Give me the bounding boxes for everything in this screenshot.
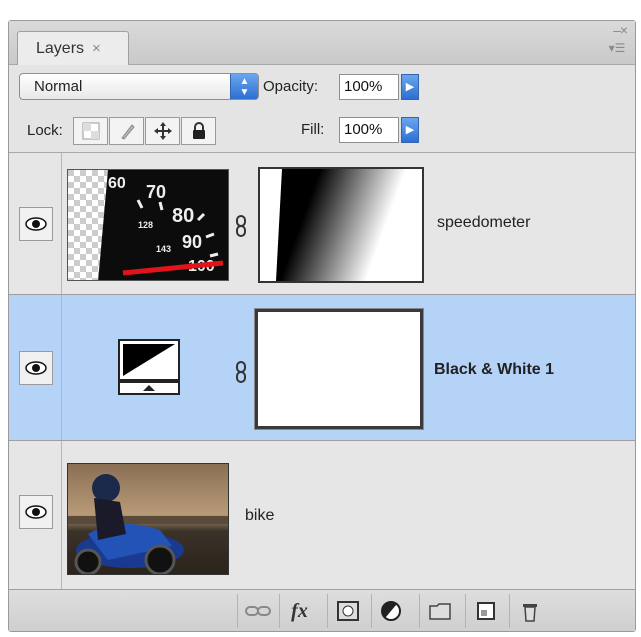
layer-row-black-white-1[interactable]: Black & White 1 xyxy=(9,295,635,441)
fill-slider-arrow-icon[interactable]: ▶ xyxy=(401,117,419,143)
new-layer-icon[interactable] xyxy=(465,594,505,628)
eye-column-divider xyxy=(61,153,62,294)
chain-link-icon[interactable] xyxy=(235,215,247,242)
lock-transparent-icon[interactable] xyxy=(73,117,108,145)
fill-field[interactable]: 100% xyxy=(339,117,399,143)
tab-close-icon[interactable]: × xyxy=(92,40,101,57)
lock-row: Lock: Fill: 100% ▶ xyxy=(9,107,635,153)
visibility-eye-icon[interactable] xyxy=(19,351,53,385)
window-controls: – × ▾☰ xyxy=(605,23,629,63)
close-panel-icon[interactable]: × xyxy=(619,23,629,37)
layer-name: bike xyxy=(245,507,275,524)
blend-mode-value: Normal xyxy=(34,78,83,95)
layers-panel: Layers × – × ▾☰ Normal ▲ ▼ Opacity: 100% … xyxy=(8,20,636,632)
eye-column-divider xyxy=(61,441,62,589)
visibility-eye-icon[interactable] xyxy=(19,495,53,529)
chain-link-icon[interactable] xyxy=(235,361,247,388)
folder-icon[interactable] xyxy=(419,594,459,628)
speedo-tick-128: 128 xyxy=(138,220,153,230)
lock-position-move-icon[interactable] xyxy=(145,117,180,145)
lock-all-icon[interactable] xyxy=(181,117,216,145)
tab-label: Layers xyxy=(36,39,85,57)
fx-icon[interactable]: fx xyxy=(279,594,319,628)
opacity-slider-arrow-icon[interactable]: ▶ xyxy=(401,74,419,100)
panel-menu-icon[interactable]: ▾☰ xyxy=(605,41,629,55)
layer-mask-thumbnail-gradient[interactable] xyxy=(258,167,424,283)
speedo-tick-143: 143 xyxy=(156,244,171,254)
link-layers-icon[interactable] xyxy=(237,594,277,628)
blend-row: Normal ▲ ▼ Opacity: 100% ▶ xyxy=(9,65,635,107)
lock-buttons xyxy=(73,117,217,145)
visibility-eye-icon[interactable] xyxy=(19,207,53,241)
opacity-field[interactable]: 100% xyxy=(339,74,399,100)
add-mask-icon[interactable] xyxy=(327,594,367,628)
trash-icon[interactable] xyxy=(509,594,549,628)
lock-label: Lock: xyxy=(27,122,63,139)
layer-thumbnail-speedometer[interactable]: 60 70 80 90 100 128 143 xyxy=(67,169,229,281)
panel-tabbar: Layers × – × ▾☰ xyxy=(9,21,635,65)
layers-bottom-toolbar: fx xyxy=(9,589,635,631)
layer-row-speedometer[interactable]: 60 70 80 90 100 128 143 xyxy=(9,153,635,295)
adjustment-layer-icon[interactable] xyxy=(371,594,411,628)
speedo-tick-70: 70 xyxy=(146,182,166,202)
layer-thumbnail-bike[interactable] xyxy=(67,463,229,575)
layer-row-bike[interactable]: bike xyxy=(9,441,635,589)
blend-mode-select[interactable]: Normal ▲ ▼ xyxy=(19,73,259,100)
layer-mask-thumbnail-white[interactable] xyxy=(254,308,424,430)
lock-image-brush-icon[interactable] xyxy=(109,117,144,145)
tab-layers[interactable]: Layers × xyxy=(17,31,129,65)
speedo-tick-80: 80 xyxy=(172,205,194,227)
adjustment-layer-icon[interactable] xyxy=(117,339,181,397)
opacity-label: Opacity: xyxy=(263,78,319,95)
fill-label: Fill: xyxy=(301,121,325,138)
eye-column-divider xyxy=(61,295,62,440)
layer-name: speedometer xyxy=(437,214,531,231)
speedo-tick-90: 90 xyxy=(182,232,202,252)
speedo-tick-60: 60 xyxy=(108,175,126,192)
layer-name: Black & White 1 xyxy=(434,361,555,378)
select-stepper-icon[interactable]: ▲ ▼ xyxy=(230,74,258,99)
